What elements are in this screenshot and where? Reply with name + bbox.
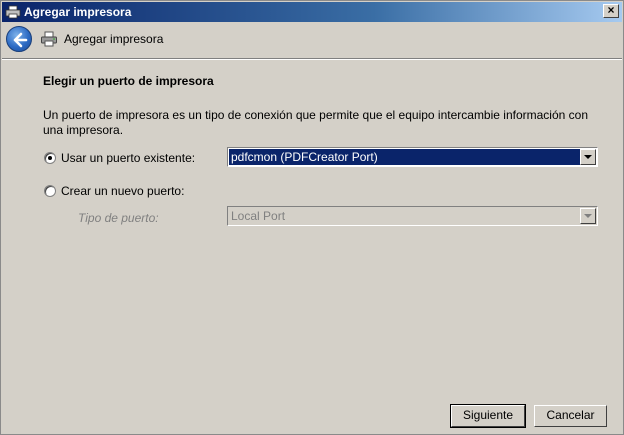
- existing-port-dropdown[interactable]: pdfcmon (PDFCreator Port): [227, 147, 598, 167]
- chevron-down-icon[interactable]: [580, 208, 596, 224]
- footer-separator: [2, 395, 622, 397]
- existing-port-value: pdfcmon (PDFCreator Port): [229, 149, 580, 165]
- title-bar[interactable]: Agregar impresora ×: [2, 2, 622, 22]
- description-text: Un puerto de impresora es un tipo de con…: [43, 108, 588, 137]
- next-button[interactable]: Siguiente: [450, 404, 526, 428]
- back-arrow-icon: [13, 32, 28, 48]
- chevron-down-icon[interactable]: [580, 149, 596, 165]
- add-printer-window: Agregar impresora × Agregar impresora El…: [0, 0, 624, 435]
- wizard-header: Agregar impresora: [2, 22, 622, 56]
- section-title: Elegir un puerto de impresora: [43, 74, 214, 88]
- new-port-label[interactable]: Crear un nuevo puerto:: [61, 184, 184, 198]
- back-button[interactable]: [6, 26, 32, 52]
- close-button[interactable]: ×: [603, 4, 619, 18]
- new-port-radio[interactable]: [44, 185, 56, 197]
- port-type-value: Local Port: [231, 209, 286, 223]
- existing-port-label[interactable]: Usar un puerto existente:: [61, 151, 195, 165]
- port-type-dropdown[interactable]: Local Port: [227, 206, 598, 226]
- cancel-button[interactable]: Cancelar: [534, 405, 607, 427]
- port-type-label: Tipo de puerto:: [78, 211, 159, 225]
- existing-port-radio[interactable]: [44, 152, 56, 164]
- printer-title-icon: [5, 5, 21, 19]
- window-title: Agregar impresora: [24, 5, 132, 19]
- printer-icon: [41, 31, 57, 47]
- header-title: Agregar impresora: [64, 32, 164, 46]
- header-separator: [2, 58, 622, 60]
